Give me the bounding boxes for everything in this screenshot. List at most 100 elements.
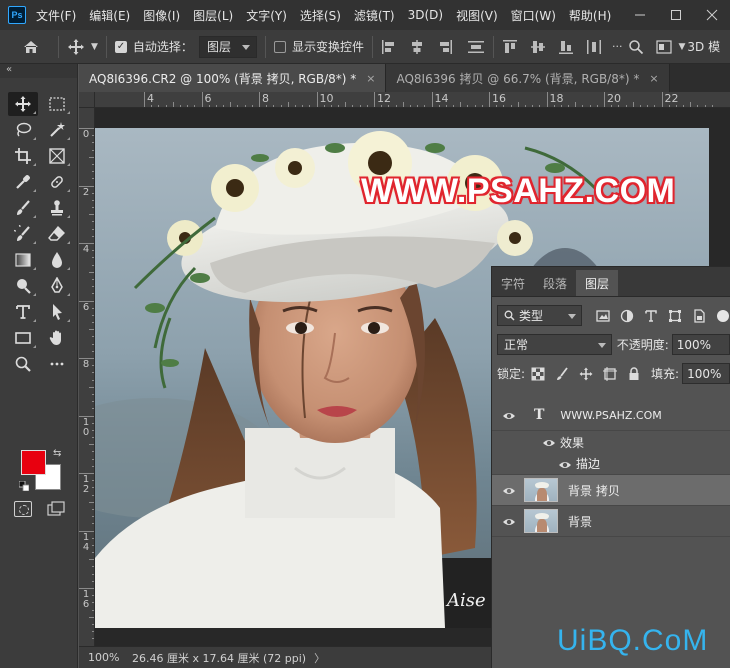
move-tool-preset-icon[interactable] (67, 38, 85, 56)
document-tab[interactable]: AQ8I6396 拷贝 @ 66.7% (背景, RGB/8*) * × (386, 64, 670, 92)
align-top-icon[interactable] (502, 39, 518, 55)
align-right-icon[interactable] (437, 39, 453, 55)
menu-3d[interactable]: 3D(D) (408, 8, 443, 22)
eye-icon[interactable] (502, 516, 516, 526)
document-tab-label: AQ8I6396 拷贝 @ 66.7% (背景, RGB/8*) * (396, 71, 640, 86)
filter-adjustment-icon[interactable] (620, 309, 634, 323)
blend-mode-dropdown[interactable]: 正常 (497, 334, 612, 355)
zoom-tool-icon[interactable] (8, 352, 38, 376)
collapse-panel-icon[interactable]: « (0, 64, 77, 78)
lock-artboard-icon[interactable] (603, 366, 618, 381)
filter-shape-icon[interactable] (668, 309, 682, 323)
opacity-input[interactable]: 100% (671, 334, 730, 355)
status-menu-arrow-icon[interactable]: 〉 (314, 650, 325, 666)
layer-effects-row[interactable]: 效果 (492, 431, 730, 453)
home-icon[interactable] (22, 39, 40, 55)
clone-stamp-tool-icon[interactable] (42, 196, 72, 220)
pen-tool-icon[interactable] (42, 274, 72, 298)
minimize-icon[interactable] (622, 0, 658, 30)
menu-filter[interactable]: 滤镜(T) (354, 7, 395, 24)
menu-help[interactable]: 帮助(H) (569, 7, 611, 24)
gradient-tool-icon[interactable] (8, 248, 38, 272)
eye-icon[interactable] (502, 410, 516, 420)
eye-icon[interactable] (558, 459, 572, 469)
close-icon[interactable] (694, 0, 730, 30)
tab-paragraph[interactable]: 段落 (534, 270, 576, 296)
eyedropper-tool-icon[interactable] (8, 170, 38, 194)
eraser-tool-icon[interactable] (42, 222, 72, 246)
menu-select[interactable]: 选择(S) (300, 7, 341, 24)
chevron-down-icon[interactable]: ▼ (678, 42, 685, 52)
tab-character[interactable]: 字符 (492, 270, 534, 296)
workspace-icon[interactable] (656, 39, 673, 54)
menu-layer[interactable]: 图层(L) (193, 7, 233, 24)
layer-name[interactable]: 背景 (568, 513, 592, 530)
auto-select-target-dropdown[interactable]: 图层 (198, 35, 257, 58)
menu-window[interactable]: 窗口(W) (511, 7, 556, 24)
history-brush-tool-icon[interactable] (8, 222, 38, 246)
brush-tool-icon[interactable] (8, 196, 38, 220)
search-icon[interactable] (628, 39, 644, 55)
path-selection-tool-icon[interactable] (42, 300, 72, 324)
maximize-icon[interactable] (658, 0, 694, 30)
filter-toggle-icon[interactable] (716, 309, 730, 323)
lock-all-icon[interactable] (627, 366, 641, 381)
dodge-tool-icon[interactable] (8, 274, 38, 298)
menu-edit[interactable]: 编辑(E) (89, 7, 130, 24)
layer-row-background[interactable]: 背景 (492, 506, 730, 537)
distribute-vertical-icon[interactable] (586, 39, 602, 55)
ruler-label: 16 (492, 92, 506, 105)
align-middle-icon[interactable] (530, 39, 546, 55)
menu-image[interactable]: 图像(I) (143, 7, 180, 24)
close-tab-icon[interactable]: × (649, 72, 658, 85)
layer-name[interactable]: WWW.PSAHZ.COM (560, 409, 661, 422)
lock-position-icon[interactable] (579, 367, 593, 381)
layer-name[interactable]: 背景 拷贝 (568, 482, 620, 499)
more-tools-icon[interactable] (42, 352, 72, 376)
crop-tool-icon[interactable] (8, 144, 38, 168)
healing-brush-tool-icon[interactable] (42, 170, 72, 194)
layer-row-text[interactable]: T WWW.PSAHZ.COM (492, 400, 730, 431)
marquee-tool-icon[interactable] (42, 92, 72, 116)
swap-colors-icon[interactable]: ⇆ (53, 448, 61, 459)
align-center-icon[interactable] (409, 39, 425, 55)
layer-kind-filter[interactable]: 类型 (497, 305, 582, 326)
watermark-text-layer[interactable]: WWW.PSAHZ.COM (360, 171, 676, 211)
screen-mode-icon[interactable] (47, 501, 65, 517)
filter-pixel-icon[interactable] (596, 309, 610, 323)
distribute-icon[interactable] (467, 39, 485, 55)
filter-type-icon[interactable] (644, 309, 658, 323)
tab-layers[interactable]: 图层 (576, 270, 619, 296)
align-bottom-icon[interactable] (558, 39, 574, 55)
show-transform-checkbox[interactable] (273, 40, 286, 53)
lasso-tool-icon[interactable] (8, 118, 38, 142)
lock-transparent-icon[interactable] (531, 367, 545, 381)
magic-wand-tool-icon[interactable] (42, 118, 72, 142)
move-tool-icon[interactable] (8, 92, 38, 116)
close-tab-icon[interactable]: × (366, 72, 375, 85)
align-left-icon[interactable] (381, 39, 397, 55)
frame-tool-icon[interactable] (42, 144, 72, 168)
type-tool-icon[interactable] (8, 300, 38, 324)
auto-select-checkbox[interactable]: ✓ (114, 40, 127, 53)
more-options-icon[interactable]: ··· (612, 40, 623, 53)
layer-row-background-copy[interactable]: 背景 拷贝 (492, 475, 730, 506)
zoom-level[interactable]: 100% (88, 651, 128, 664)
default-colors-icon[interactable] (18, 480, 30, 492)
eye-icon[interactable] (542, 437, 556, 447)
hand-tool-icon[interactable] (42, 326, 72, 350)
eye-icon[interactable] (502, 485, 516, 495)
lock-pixels-icon[interactable] (555, 366, 569, 381)
menu-type[interactable]: 文字(Y) (246, 7, 287, 24)
menu-file[interactable]: 文件(F) (36, 7, 76, 24)
quick-mask-icon[interactable] (14, 501, 32, 517)
layer-effect-stroke-row[interactable]: 描边 (492, 453, 730, 475)
document-tab-active[interactable]: AQ8I6396.CR2 @ 100% (背景 拷贝, RGB/8*) * × (79, 64, 387, 92)
rectangle-tool-icon[interactable] (8, 326, 38, 350)
filter-smart-object-icon[interactable] (692, 308, 706, 323)
blur-tool-icon[interactable] (42, 248, 72, 272)
fill-input[interactable]: 100% (682, 363, 730, 384)
menu-view[interactable]: 视图(V) (456, 7, 498, 24)
foreground-color-swatch[interactable] (21, 450, 46, 475)
chevron-down-icon[interactable]: ▼ (91, 42, 98, 52)
